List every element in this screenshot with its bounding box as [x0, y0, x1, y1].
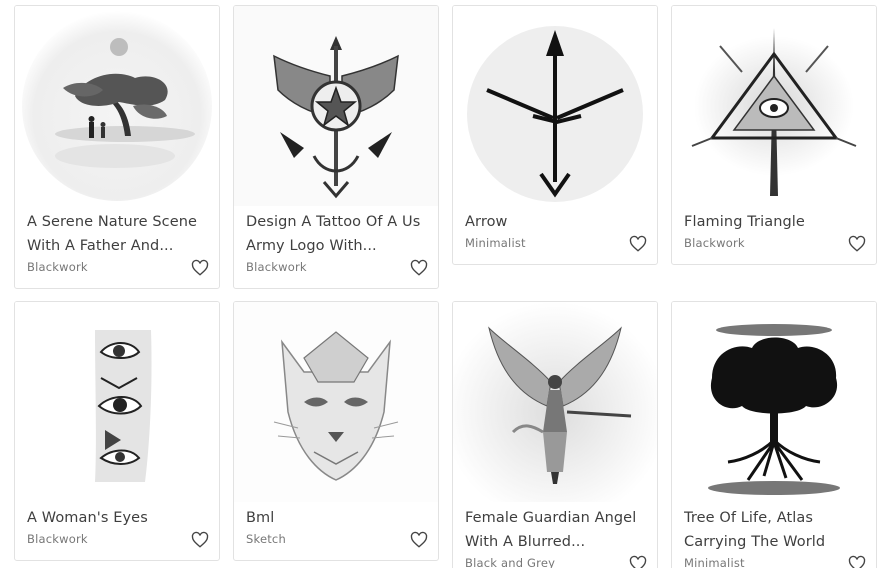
card-style-label: Sketch: [246, 532, 286, 546]
heart-outline-icon[interactable]: [191, 531, 209, 549]
gallery-card[interactable]: A Serene Nature Scene With A Father And.…: [14, 5, 220, 289]
tattoo-image-arrow[interactable]: [453, 6, 657, 206]
card-title-line-2[interactable]: With A Father And...: [27, 234, 211, 258]
heart-outline-icon[interactable]: [191, 259, 209, 277]
heart-outline-icon[interactable]: [629, 555, 647, 568]
tattoo-image-flaming-triangle[interactable]: [672, 6, 876, 206]
heart-outline-icon[interactable]: [410, 259, 428, 277]
card-style-label: Minimalist: [684, 556, 745, 568]
heart-outline-icon[interactable]: [848, 235, 866, 253]
heart-outline-icon[interactable]: [848, 555, 866, 568]
card-style-label: Blackwork: [27, 260, 88, 274]
card-title-line-1[interactable]: Tree Of Life, Atlas: [684, 506, 868, 530]
card-title-line-1[interactable]: Design A Tattoo Of A Us: [246, 210, 430, 234]
card-style-label: Minimalist: [465, 236, 526, 250]
card-title[interactable]: Bml: [246, 506, 430, 530]
card-title[interactable]: A Woman's Eyes: [27, 506, 211, 530]
card-title-line-1[interactable]: Female Guardian Angel: [465, 506, 649, 530]
card-title[interactable]: Arrow: [465, 210, 649, 234]
gallery-card[interactable]: Flaming Triangle Blackwork: [671, 5, 877, 265]
tattoo-image-nature-scene[interactable]: [15, 6, 219, 206]
tattoo-image-tree-of-life[interactable]: [672, 302, 876, 502]
gallery-card[interactable]: A Woman's Eyes Blackwork: [14, 301, 220, 561]
card-title-line-2[interactable]: With A Blurred...: [465, 530, 649, 554]
gallery-card[interactable]: Design A Tattoo Of A Us Army Logo With..…: [233, 5, 439, 289]
gallery-card[interactable]: Female Guardian Angel With A Blurred... …: [452, 301, 658, 568]
card-style-label: Blackwork: [27, 532, 88, 546]
gallery-card[interactable]: Arrow Minimalist: [452, 5, 658, 265]
heart-outline-icon[interactable]: [629, 235, 647, 253]
gallery-card[interactable]: Tree Of Life, Atlas Carrying The World M…: [671, 301, 877, 568]
card-style-label: Black and Grey: [465, 556, 556, 568]
card-title-line-2[interactable]: Carrying The World: [684, 530, 868, 554]
heart-outline-icon[interactable]: [410, 531, 428, 549]
tattoo-image-guardian-angel[interactable]: [453, 302, 657, 502]
tattoo-gallery-grid: A Serene Nature Scene With A Father And.…: [0, 0, 891, 568]
tattoo-image-bml[interactable]: [234, 302, 438, 502]
card-title-line-1[interactable]: A Serene Nature Scene: [27, 210, 211, 234]
card-style-label: Blackwork: [246, 260, 307, 274]
card-title-line-2[interactable]: Army Logo With...: [246, 234, 430, 258]
card-title[interactable]: Flaming Triangle: [684, 210, 868, 234]
gallery-card[interactable]: Bml Sketch: [233, 301, 439, 561]
card-style-label: Blackwork: [684, 236, 745, 250]
tattoo-image-army-logo[interactable]: [234, 6, 438, 206]
tattoo-image-womans-eyes[interactable]: [15, 302, 219, 502]
